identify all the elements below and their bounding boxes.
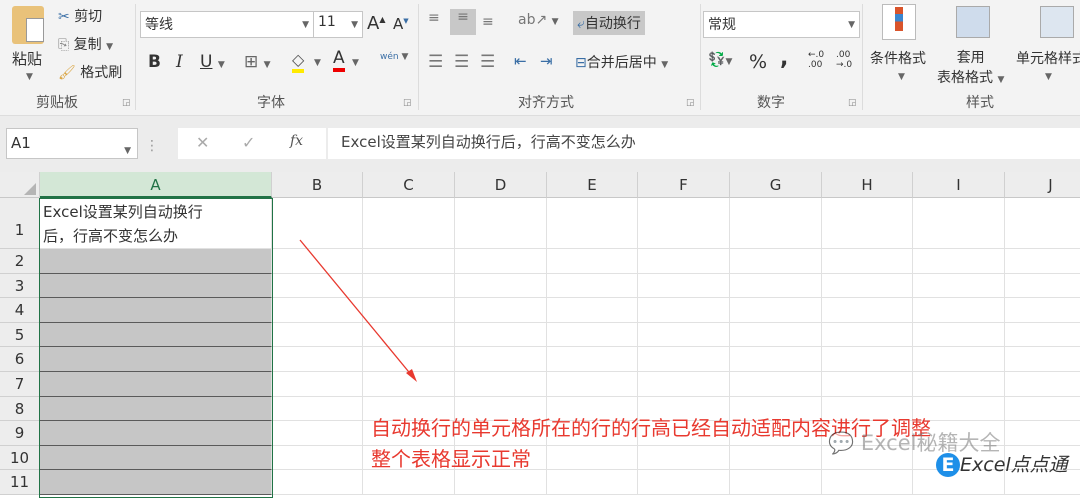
wechat-icon: 💬 [828,431,855,455]
brand-watermark-text: Excel点点通 [960,454,1068,476]
brand-logo-icon: E [936,453,960,477]
annotation-line-2: 整个表格显示正常 [371,447,531,471]
brand-watermark: E Excel点点通 [936,450,1068,477]
